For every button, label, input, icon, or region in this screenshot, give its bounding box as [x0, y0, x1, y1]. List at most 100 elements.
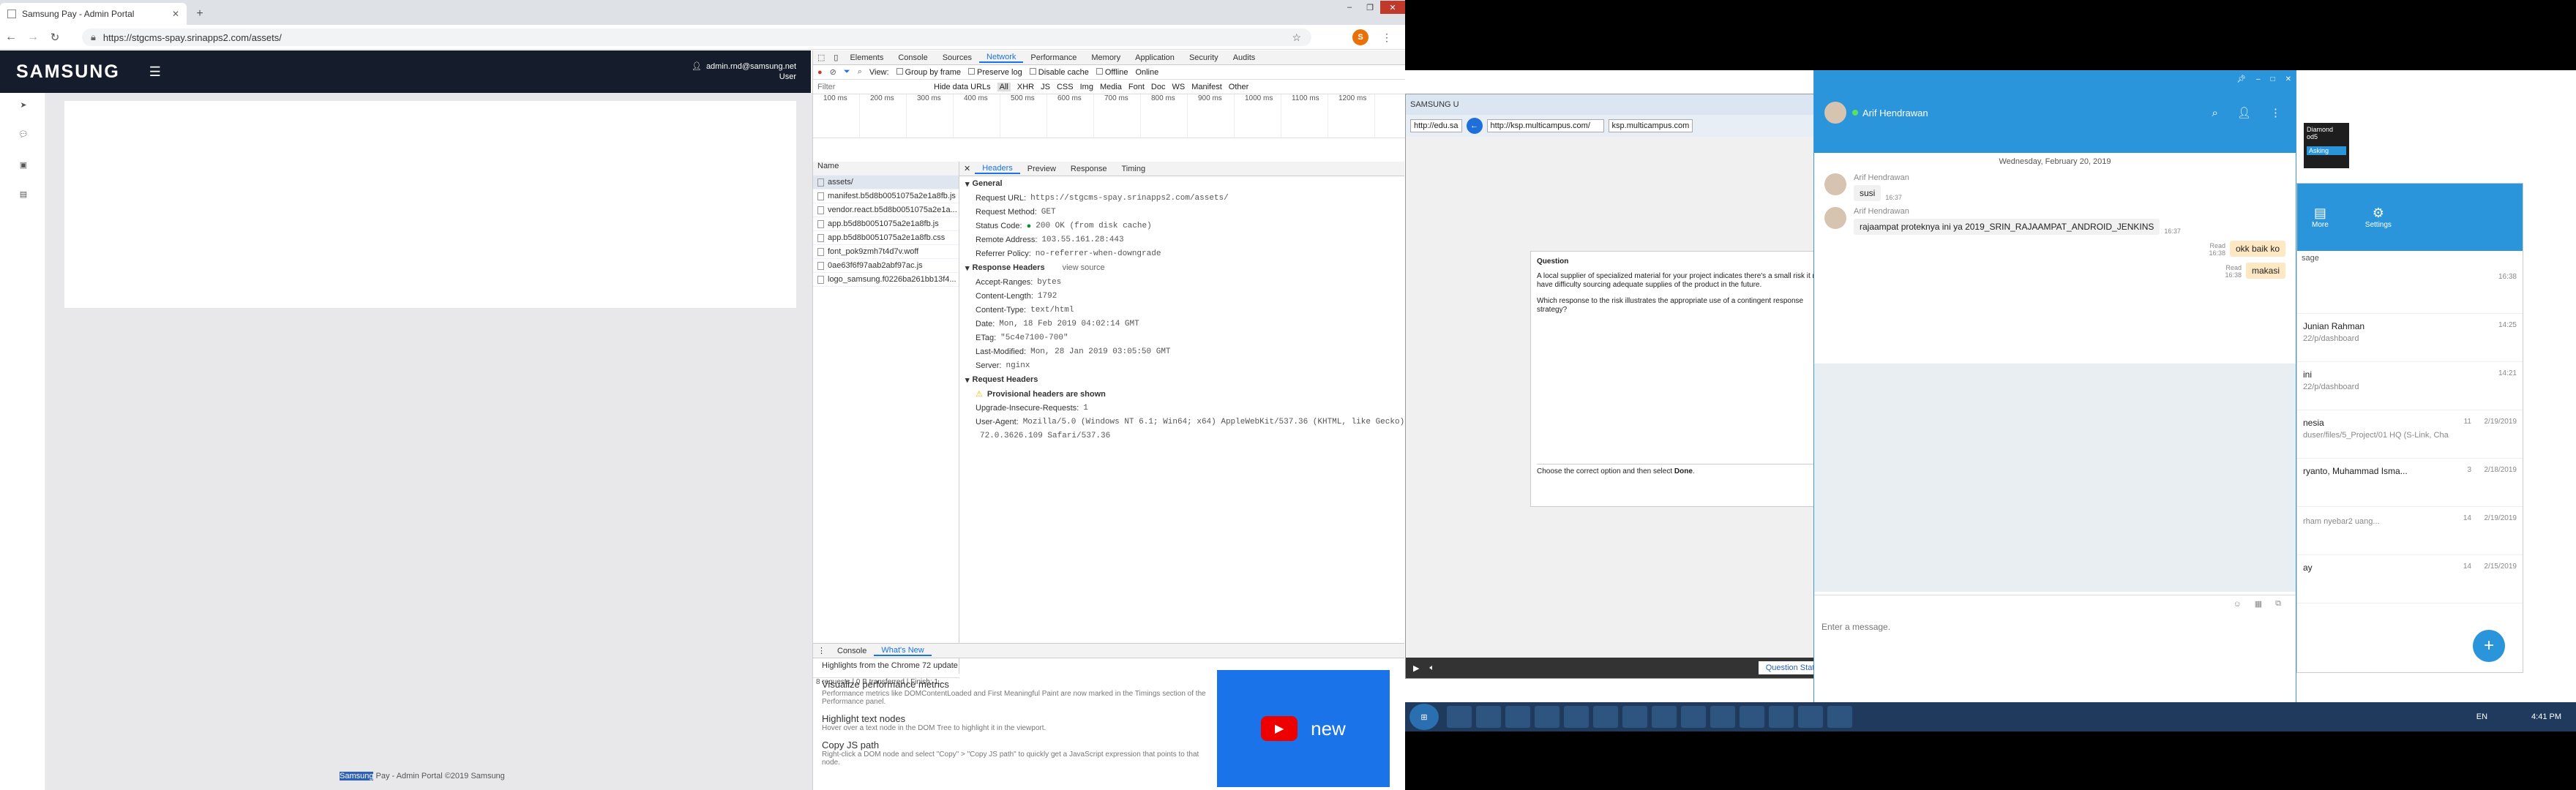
conversation-item[interactable]: rham nyebar2 uang... 2/19/2019 14	[2297, 507, 2523, 555]
taskbar-app-icon[interactable]	[1681, 706, 1706, 728]
new-tab-button[interactable]: +	[192, 6, 208, 22]
conversation-item[interactable]: Junian Rahman 22/p/dashboard 14:25	[2297, 314, 2523, 362]
taskbar-app-icon[interactable]	[1769, 706, 1794, 728]
reload-icon[interactable]: ↻	[44, 31, 66, 44]
taskbar-app-icon[interactable]	[1476, 706, 1501, 728]
browser-tab[interactable]: Samsung Pay - Admin Portal ✕	[0, 3, 187, 25]
attachment-icon[interactable]: ▦	[2255, 599, 2262, 609]
filter-type-6[interactable]: Media	[1100, 83, 1122, 91]
throttle-select[interactable]: Online	[1135, 68, 1158, 77]
detail-tab-timing[interactable]: Timing	[1114, 165, 1153, 173]
filter-type-10[interactable]: Manifest	[1191, 83, 1222, 91]
view-source-link[interactable]: view source	[1063, 263, 1105, 272]
message-bubble[interactable]: makasi	[2245, 263, 2285, 279]
filter-icon[interactable]: ⏷	[844, 67, 850, 77]
devtools-tab-security[interactable]: Security	[1182, 53, 1226, 62]
conversation-item[interactable]: nesia duser/files/5_Project/01 HQ (S-Link…	[2297, 410, 2523, 459]
send-icon[interactable]: ➤	[18, 99, 29, 110]
offline-toggle[interactable]: Offline	[1096, 67, 1128, 77]
request-row[interactable]: vendor.react.b5d8b0051075a2e1a...	[813, 203, 959, 217]
chrome-72-video[interactable]: ▶ new	[1217, 670, 1390, 787]
ie-tab-title[interactable]: SAMSUNG U	[1410, 100, 1459, 109]
conversation-item[interactable]: ay 2/15/2019 14	[2297, 555, 2523, 603]
devtools-tab-application[interactable]: Application	[1128, 53, 1182, 62]
filter-type-2[interactable]: XHR	[1017, 83, 1034, 91]
capture-icon[interactable]: ⧉	[2275, 599, 2281, 609]
hamburger-menu-icon[interactable]: ☰	[149, 64, 161, 80]
news-item[interactable]: Copy JS path Right-click a DOM node and s…	[822, 740, 1214, 767]
request-row[interactable]: app.b5d8b0051075a2e1a8fb.css	[813, 231, 959, 245]
news-item[interactable]: Highlight text nodes Hover over a text no…	[822, 713, 1214, 732]
response-headers-section[interactable]: ▾ Response Headers view source	[959, 260, 1404, 275]
request-headers-section[interactable]: ▾ Request Headers	[959, 372, 1404, 387]
filter-type-3[interactable]: JS	[1041, 83, 1050, 91]
devtools-tab-network[interactable]: Network	[979, 53, 1024, 63]
search-icon[interactable]: ⌕	[2212, 107, 2218, 119]
close-detail-icon[interactable]: ✕	[959, 164, 975, 173]
disable-cache[interactable]: Disable cache	[1029, 67, 1089, 77]
record-icon[interactable]: ●	[817, 68, 823, 77]
start-button-icon[interactable]: ⊞	[1409, 704, 1439, 730]
devtools-tab-elements[interactable]: Elements	[842, 53, 891, 62]
taskbar-app-icon[interactable]	[1564, 706, 1589, 728]
drawer-tab-0[interactable]: Console	[830, 647, 874, 655]
taskbar-app-icon[interactable]	[1535, 706, 1560, 728]
devtools-tab-sources[interactable]: Sources	[935, 53, 979, 62]
taskbar-app-icon[interactable]	[1740, 706, 1764, 728]
request-row[interactable]: manifest.b5d8b0051075a2e1a8fb.js	[813, 189, 959, 203]
detail-tab-response[interactable]: Response	[1063, 165, 1115, 173]
request-row[interactable]: 0ae63f6f97aab2abf97ac.js	[813, 259, 959, 273]
general-section[interactable]: ▾ General	[959, 176, 1404, 191]
message-bubble[interactable]: susi	[1854, 185, 1882, 201]
ie-url-field[interactable]: http://edu.sa	[1410, 119, 1462, 132]
message-bubble[interactable]: rajaampat proteknya ini ya 2019_SRIN_RAJ…	[1854, 219, 2160, 235]
chrome-menu-icon[interactable]: ⋮	[1379, 29, 1394, 45]
taskbar-app-icon[interactable]	[1593, 706, 1618, 728]
conversation-item[interactable]: 16:38	[2297, 266, 2523, 314]
detail-tab-headers[interactable]: Headers	[975, 164, 1020, 174]
request-row[interactable]: font_pok9zmh7t4d7v.woff	[813, 245, 959, 259]
taskbar-app-icon[interactable]	[1505, 706, 1530, 728]
taskbar-app-icon[interactable]	[1798, 706, 1823, 728]
conversation-item[interactable]: ryanto, Muhammad Isma... 2/18/2019 3	[2297, 459, 2523, 507]
detail-tab-preview[interactable]: Preview	[1020, 165, 1063, 173]
inspect-icon[interactable]: ⬚	[813, 53, 829, 62]
minimize-icon[interactable]: –	[2256, 75, 2261, 83]
volume-icon[interactable]: 🔈︎	[1429, 663, 1434, 673]
taskbar-app-icon[interactable]	[1710, 706, 1735, 728]
taskbar-app-icon[interactable]	[1447, 706, 1472, 728]
group-by-frame[interactable]: Group by frame	[896, 67, 961, 77]
close-tab-icon[interactable]: ✕	[172, 9, 179, 19]
preserve-log[interactable]: Preserve log	[967, 67, 1022, 77]
close-window-icon[interactable]: ✕	[1380, 1, 1405, 14]
devtools-tab-console[interactable]: Console	[891, 53, 935, 62]
forward-icon[interactable]: →	[22, 31, 44, 44]
more-icon[interactable]: ⋮	[2270, 106, 2281, 119]
taskbar-app-icon[interactable]	[1652, 706, 1677, 728]
emoji-icon[interactable]: ☺	[2234, 600, 2242, 609]
filter-type-0[interactable]: Hide data URLs	[934, 83, 991, 91]
ie-url-field-2[interactable]: http://ksp.multicampus.com/	[1486, 119, 1604, 132]
devtools-tab-audits[interactable]: Audits	[1226, 53, 1263, 62]
taskbar-app-icon[interactable]	[1622, 706, 1647, 728]
minimize-icon[interactable]: –	[1339, 3, 1360, 12]
conversation-item[interactable]: ini 22/p/dashboard 14:21	[2297, 362, 2523, 410]
search-icon[interactable]: ⌕	[858, 67, 862, 77]
device-icon[interactable]: ▯	[829, 53, 842, 62]
maximize-icon[interactable]: ❐	[1360, 3, 1380, 12]
system-clock[interactable]: 4:41 PM	[2531, 712, 2561, 721]
filter-input[interactable]	[817, 80, 927, 93]
play-icon[interactable]: ▶	[1413, 663, 1419, 673]
drawer-menu-icon[interactable]: ⋮	[813, 646, 830, 655]
close-icon[interactable]: ✕	[2285, 75, 2291, 83]
comment-icon[interactable]: 💬︎	[18, 128, 29, 140]
back-icon[interactable]: ←	[0, 31, 22, 44]
briefcase-icon[interactable]: ▣	[18, 159, 29, 170]
filter-type-4[interactable]: CSS	[1057, 83, 1074, 91]
drawer-tab-1[interactable]: What's New	[874, 646, 932, 656]
devtools-tab-performance[interactable]: Performance	[1023, 53, 1084, 62]
profile-avatar[interactable]: S	[1352, 29, 1368, 45]
new-chat-button[interactable]: +	[2473, 630, 2505, 662]
add-member-icon[interactable]: 👤︎	[2237, 106, 2251, 119]
request-row[interactable]: app.b5d8b0051075a2e1a8fb.js	[813, 217, 959, 231]
